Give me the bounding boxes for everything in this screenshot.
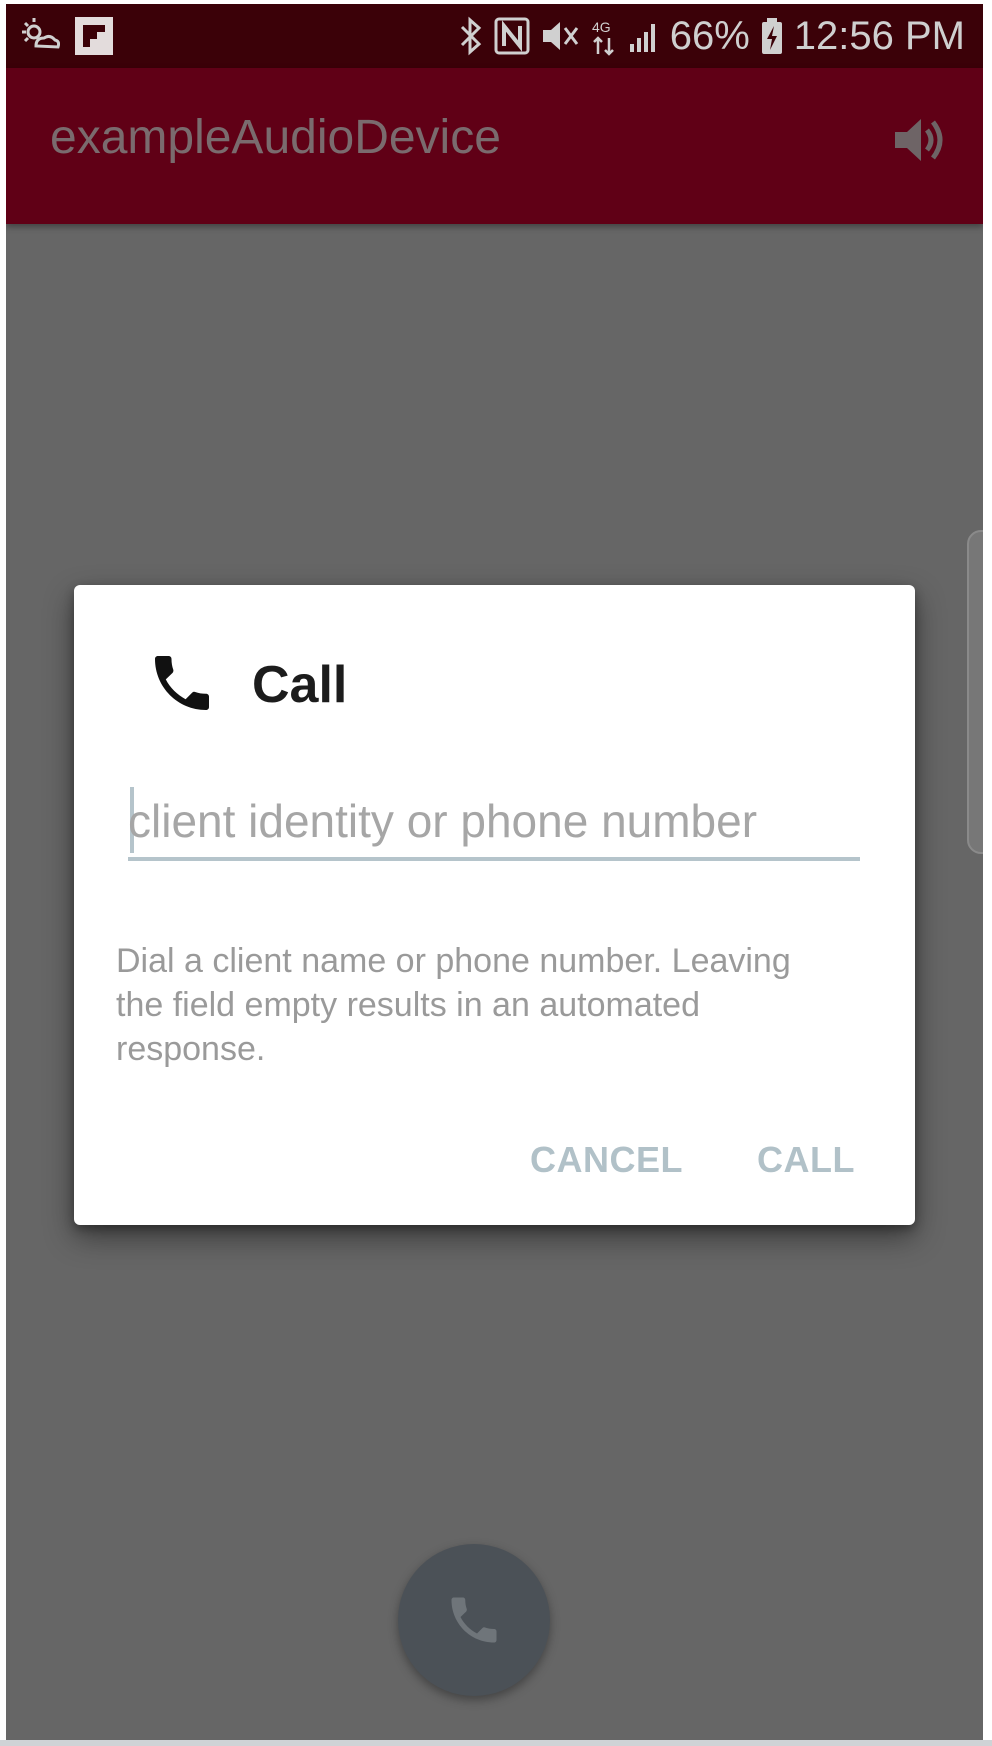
status-bar-left bbox=[20, 14, 114, 58]
flipboard-icon bbox=[74, 16, 114, 56]
dialog-actions: CANCEL CALL bbox=[530, 1125, 855, 1195]
recipient-input-container bbox=[128, 785, 860, 861]
edge-panel-handle[interactable] bbox=[967, 530, 983, 854]
status-bar-right: 4G 66% 12:56 PM bbox=[458, 10, 965, 62]
app-bar: exampleAudioDevice bbox=[6, 68, 983, 224]
weather-cloud-sun-icon bbox=[20, 16, 60, 56]
signal-icon bbox=[628, 16, 660, 56]
phone-icon bbox=[451, 1597, 497, 1643]
volume-up-icon bbox=[889, 119, 949, 174]
call-button[interactable]: CALL bbox=[757, 1139, 855, 1181]
dialog-header: Call bbox=[146, 647, 347, 723]
app-screen: 4G 66% 12:56 PM exampleAudioDevice Call … bbox=[6, 4, 983, 1740]
dialog-title: Call bbox=[252, 656, 348, 714]
cancel-button[interactable]: CANCEL bbox=[530, 1139, 683, 1181]
battery-percent: 66% bbox=[669, 13, 750, 58]
call-dialog: Call Dial a client name or phone number.… bbox=[74, 585, 915, 1225]
clock: 12:56 PM bbox=[793, 13, 965, 58]
volume-button[interactable] bbox=[889, 110, 949, 170]
phone-icon bbox=[146, 647, 218, 724]
data-transfer-icon: 4G bbox=[590, 16, 618, 56]
dialog-message: Dial a client name or phone number. Leav… bbox=[116, 942, 791, 1068]
recipient-input[interactable] bbox=[128, 785, 860, 857]
svg-text:4G: 4G bbox=[592, 19, 611, 35]
app-title: exampleAudioDevice bbox=[50, 111, 501, 164]
status-bar: 4G 66% 12:56 PM bbox=[6, 4, 983, 68]
nfc-icon bbox=[494, 16, 530, 56]
bottom-edge bbox=[0, 1740, 992, 1746]
call-fab-button[interactable] bbox=[398, 1544, 550, 1696]
bluetooth-icon bbox=[458, 16, 484, 56]
vibrate-mute-icon bbox=[540, 16, 580, 56]
battery-charging-icon bbox=[760, 16, 784, 56]
